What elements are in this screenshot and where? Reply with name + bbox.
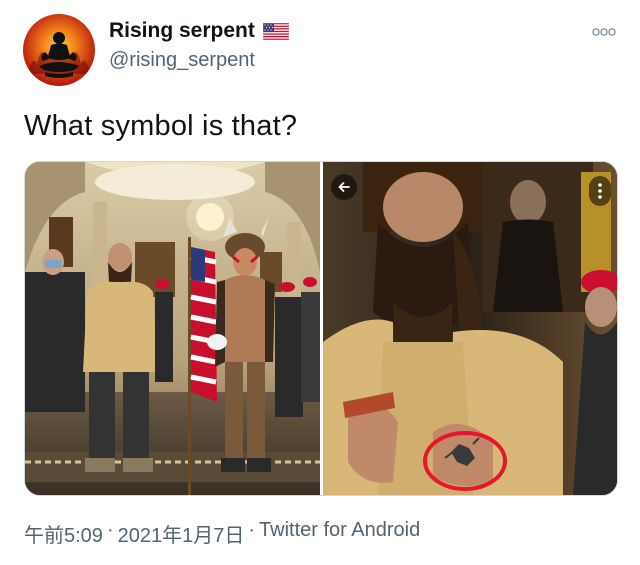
tweet-source-link[interactable]: Twitter for Android [259,519,420,548]
tweet-time[interactable]: 午前5:09 [24,519,103,548]
media-photo-left[interactable] [25,162,320,495]
media-menu-button[interactable] [589,176,611,206]
author-handle[interactable]: @rising_serpent [109,49,255,72]
vertical-dots-icon [598,183,602,199]
author-display-name[interactable]: Rising serpent [109,19,255,43]
meta-separator: · [248,519,256,541]
avatar[interactable] [23,14,95,86]
tweet-text: What symbol is that? [24,110,298,142]
media-back-button[interactable] [331,174,357,200]
back-arrow-icon [338,182,350,192]
tweet-media[interactable] [24,161,618,496]
more-options-icon [592,28,616,36]
group-of-people-in-capitol-hall [25,162,320,495]
media-photo-right[interactable] [323,162,617,495]
author-name-row[interactable]: Rising serpent [109,19,289,43]
meta-separator: · [106,519,114,541]
tweet-date[interactable]: 2021年1月7日 [118,519,245,548]
zoomed-man-with-circled-tattoo [323,162,617,495]
more-options-button[interactable] [589,22,619,42]
tweet-meta: 午前5:09 · 2021年1月7日 · Twitter for Android [24,519,420,548]
us-flag-icon [262,22,289,40]
meditating-figure-avatar [23,14,95,86]
